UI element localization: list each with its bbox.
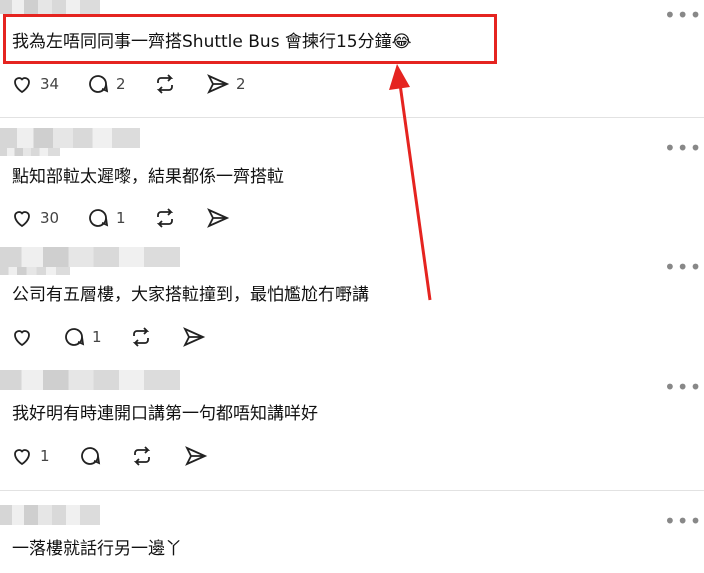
annotation-arrow xyxy=(389,64,432,301)
